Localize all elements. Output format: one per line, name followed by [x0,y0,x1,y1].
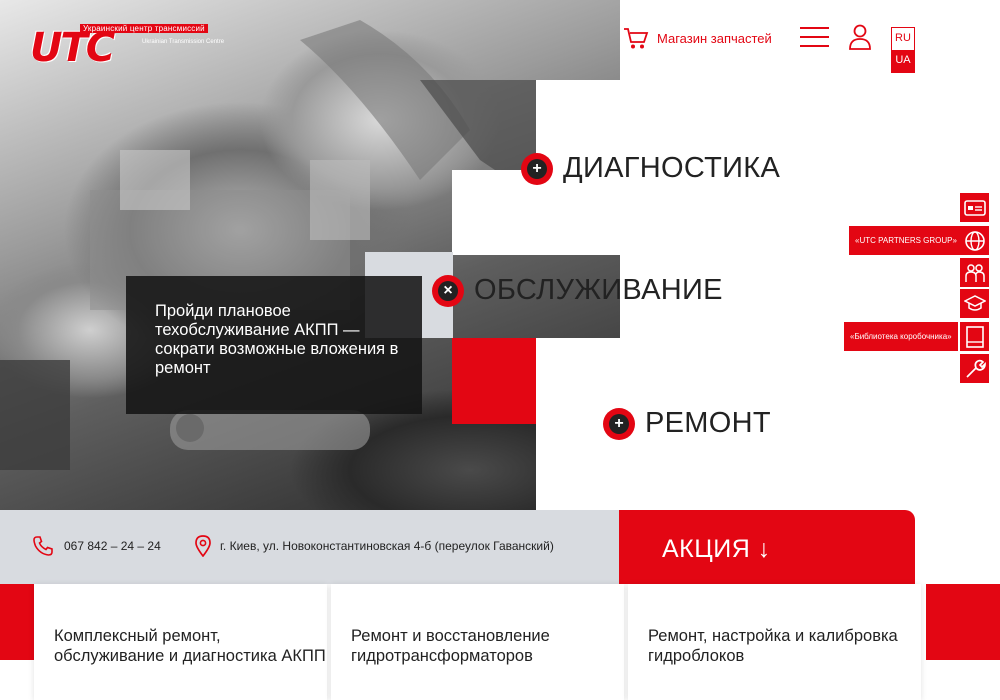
id-card-icon [963,199,986,216]
user-icon[interactable] [848,24,872,50]
sidebar-education-button[interactable] [960,289,989,318]
promo-text-box: Пройди плановое техобслуживание АКПП — с… [126,276,422,414]
service-title: ДИАГНОСТИКА [563,152,781,184]
service-card-torque-converter[interactable]: Ремонт и восстановление гидротрансформат… [331,584,624,700]
service-repair[interactable]: + РЕМОНТ [603,407,771,440]
phone-icon [33,536,53,556]
service-title: РЕМОНТ [645,407,771,439]
sidebar-partners-button[interactable] [960,226,989,255]
logo-title: Украинский центр трансмиссий [80,24,208,33]
decor-red-block [452,338,536,424]
sidebar-id-card-button[interactable] [960,193,989,222]
service-card-text: Ремонт и восстановление гидротрансформат… [351,627,550,665]
phone-number: 067 842 – 24 – 24 [64,539,161,553]
service-card-valve-body[interactable]: Ремонт, настройка и калибровка гидроблок… [628,584,921,700]
sidebar-people-button[interactable] [960,258,989,287]
sidebar-service-button[interactable] [960,354,989,383]
location-pin-icon [195,535,211,557]
plus-icon: + [603,407,635,440]
language-switcher: RU UA [891,27,915,73]
people-icon [964,263,985,282]
service-maintenance[interactable]: × ОБСЛУЖИВАНИЕ [432,274,723,307]
promo-text: Пройди плановое техобслуживание АКПП — с… [155,302,399,377]
phone-link[interactable]: 067 842 – 24 – 24 [32,535,161,557]
wrench-icon [965,359,986,378]
graduation-cap-icon [963,294,986,311]
service-card-text: Комплексный ремонт, обслуживание и диагн… [54,627,326,665]
book-icon [965,325,984,348]
service-card-akpp[interactable]: Комплексный ремонт, обслуживание и диагн… [34,584,327,700]
address-link[interactable]: г. Киев, ул. Новоконстантиновская 4-б (п… [195,535,554,557]
globe-icon [964,230,985,251]
service-diagnostics[interactable]: + ДИАГНОСТИКА [521,152,780,185]
cart-icon [624,28,649,49]
close-icon: × [432,274,464,307]
logo[interactable]: UTC Украинский центр трансмиссий Ukraini… [30,22,224,78]
service-title: ОБСЛУЖИВАНИЕ [474,274,723,306]
address-text: г. Киев, ул. Новоконстантиновская 4-б (п… [220,539,554,553]
promo-button[interactable]: АКЦИЯ ↓ [619,510,915,584]
decor-red-block [926,584,1000,660]
sidebar-tooltip-library: «Библиотека коробочника» [844,322,959,351]
menu-bar [800,45,829,47]
lang-ua-button[interactable]: UA [891,50,915,73]
logo-subtitle: Ukrainian Transmission Centre [142,39,225,45]
menu-button[interactable] [800,27,829,47]
sidebar-library-button[interactable] [960,322,989,351]
service-card-text: Ремонт, настройка и калибровка гидроблок… [648,627,898,665]
menu-bar [800,27,829,29]
lang-ru-button[interactable]: RU [891,27,915,50]
shop-link[interactable]: Магазин запчастей [623,26,772,50]
plus-icon: + [521,152,553,185]
sidebar-tooltip-partners: «UTC PARTNERS GROUP» [849,226,964,255]
menu-bar [800,36,829,38]
shop-link-label: Магазин запчастей [657,30,772,46]
decor-red-block [0,584,34,660]
